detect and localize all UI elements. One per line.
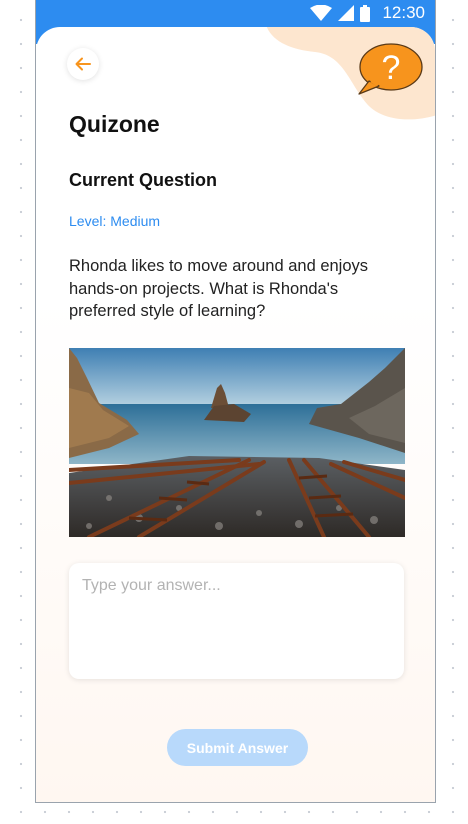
svg-text:?: ? <box>382 49 401 87</box>
wifi-icon <box>310 5 333 21</box>
submit-answer-button[interactable]: Submit Answer <box>167 729 308 766</box>
question-level: Level: Medium <box>69 213 161 229</box>
quiz-screen: ? Quizone Current Question Level: Medium… <box>36 27 435 802</box>
question-text: Rhonda likes to move around and enjoys h… <box>69 257 369 320</box>
status-icons: 12:30 <box>310 3 425 23</box>
app-title: Quizone <box>69 111 160 137</box>
question-image <box>69 348 405 537</box>
question-mark-icon[interactable]: ? <box>351 39 423 97</box>
battery-icon <box>360 4 371 22</box>
section-title: Current Question <box>69 170 218 190</box>
arrow-left-icon <box>75 57 91 71</box>
status-time: 12:30 <box>382 3 425 22</box>
signal-icon <box>338 5 355 21</box>
back-button[interactable] <box>67 48 99 80</box>
answer-input[interactable] <box>69 563 404 679</box>
phone-frame: 12:30 ? Quizone Current Question Level: … <box>35 0 436 803</box>
